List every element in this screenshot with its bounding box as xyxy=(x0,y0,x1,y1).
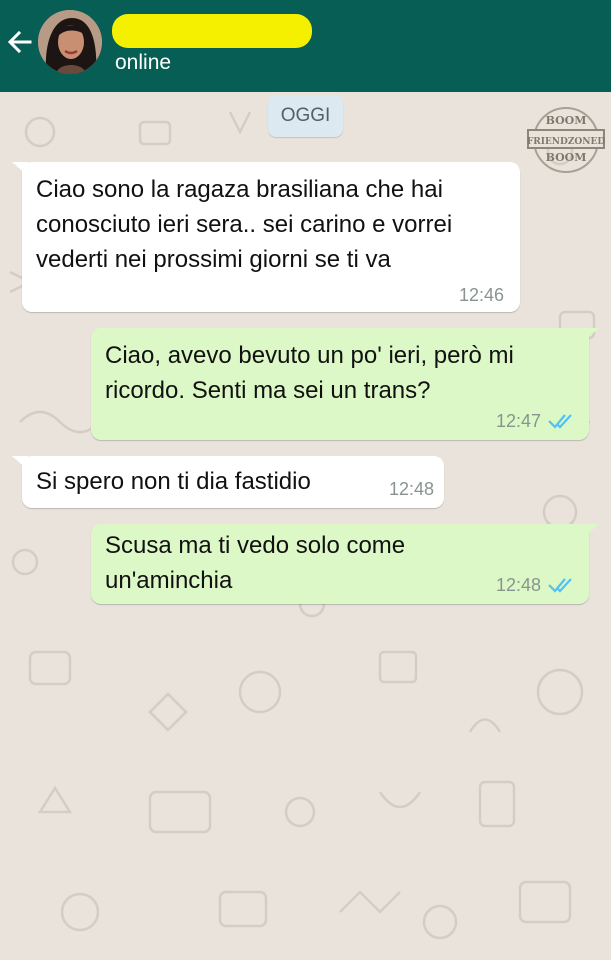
chat-header: online xyxy=(0,0,611,92)
svg-text:BOOM: BOOM xyxy=(546,151,587,164)
contact-status: online xyxy=(115,51,172,74)
message-outgoing[interactable]: Scusa ma ti vedo solo come un'aminchia 1… xyxy=(91,524,599,604)
double-check-icon xyxy=(548,578,572,593)
bubble-tail xyxy=(583,328,599,342)
message-time: 12:46 xyxy=(458,285,504,305)
arrow-left-icon[interactable] xyxy=(4,26,36,58)
bubble-tail xyxy=(583,524,599,538)
message-text: Si spero non ti dia fastidio xyxy=(36,468,311,495)
watermark-logo: BOOM FRIENDZONED BOOM xyxy=(527,107,605,173)
contact-name-redacted[interactable] xyxy=(112,14,312,48)
double-check-icon xyxy=(548,414,572,429)
message-incoming[interactable]: Ciao sono la ragaza brasiliana che hai c… xyxy=(12,162,520,312)
chat-area[interactable]: OGGI BOOM FRIENDZONED BOOM Ciao sono la … xyxy=(0,92,611,960)
message-text: Scusa ma ti vedo solo come un'aminchia xyxy=(105,532,406,594)
message-time: 12:48 xyxy=(495,575,541,595)
bubble-tail xyxy=(12,456,28,470)
message-text: Ciao, avevo bevuto un po' ieri, però mi … xyxy=(105,342,514,404)
svg-text:BOOM: BOOM xyxy=(546,114,587,127)
message-time: 12:47 xyxy=(495,411,541,431)
bubble-tail xyxy=(12,162,28,176)
svg-text:FRIENDZONED: FRIENDZONED xyxy=(527,137,605,147)
message-outgoing[interactable]: Ciao, avevo bevuto un po' ieri, però mi … xyxy=(91,328,599,440)
message-text: Ciao sono la ragaza brasiliana che hai c… xyxy=(36,176,453,273)
date-chip: OGGI xyxy=(268,95,343,137)
message-incoming[interactable]: Si spero non ti dia fastidio 12:48 xyxy=(12,456,444,508)
avatar[interactable] xyxy=(38,10,102,74)
message-time: 12:48 xyxy=(388,479,434,499)
